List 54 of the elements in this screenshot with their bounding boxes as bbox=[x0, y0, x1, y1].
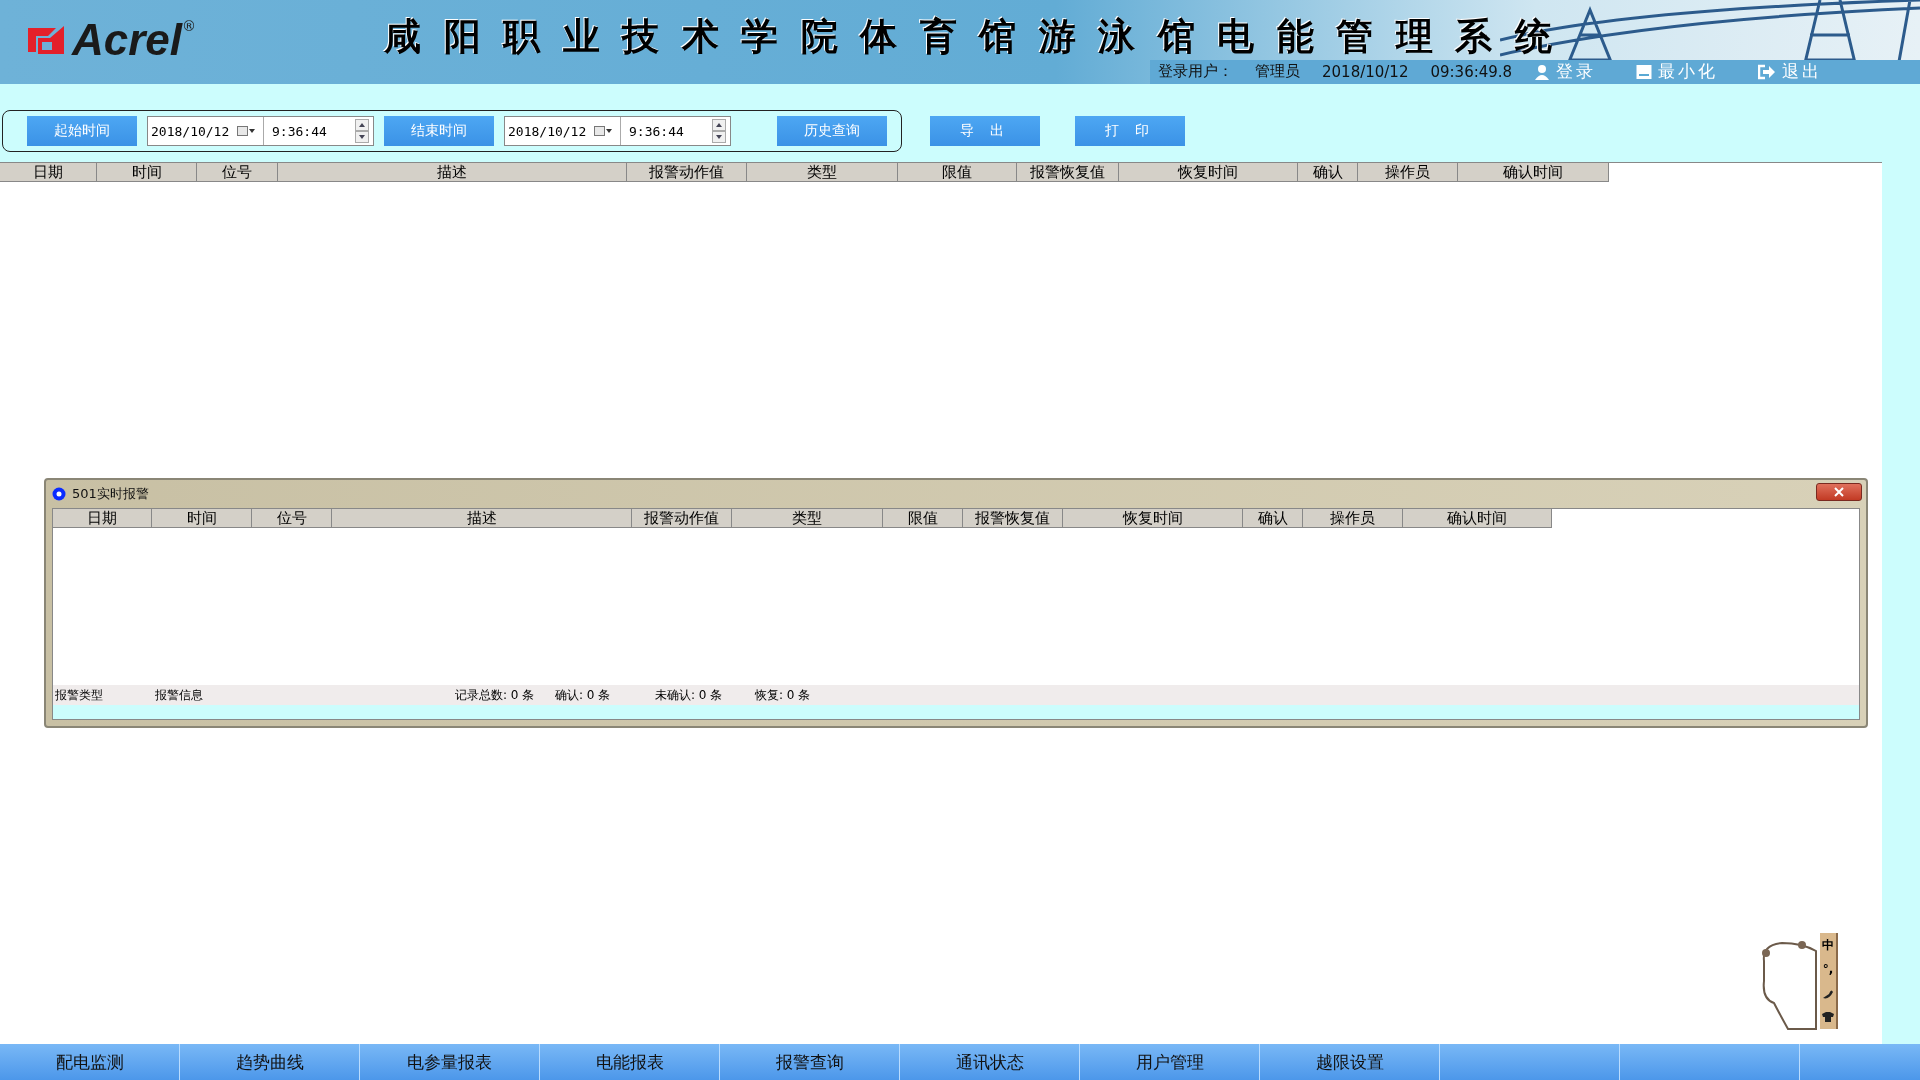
column-header: 确认时间 bbox=[1458, 163, 1609, 182]
shirt-icon[interactable] bbox=[1821, 1011, 1835, 1024]
column-header: 确认时间 bbox=[1403, 509, 1552, 528]
column-header: 确认 bbox=[1243, 509, 1303, 528]
column-header: 限值 bbox=[898, 163, 1017, 182]
input-mode[interactable]: 中 bbox=[1822, 938, 1834, 952]
status-text: 记录总数: 0 条 bbox=[454, 686, 536, 704]
close-button[interactable] bbox=[1816, 483, 1862, 501]
column-header: 时间 bbox=[97, 163, 197, 182]
column-header: 类型 bbox=[732, 509, 883, 528]
column-header: 描述 bbox=[332, 509, 632, 528]
column-header: 操作员 bbox=[1303, 509, 1403, 528]
status-text: 未确认: 0 条 bbox=[654, 686, 724, 704]
spinner-icon[interactable] bbox=[712, 119, 726, 143]
status-text: 报警信息 bbox=[154, 686, 204, 704]
window-title: 501实时报警 bbox=[72, 485, 149, 503]
user-name: 管理员 bbox=[1255, 62, 1300, 81]
punctuation-mode[interactable]: °, bbox=[1822, 963, 1834, 977]
column-header: 恢复时间 bbox=[1119, 163, 1298, 182]
moon-icon[interactable] bbox=[1821, 987, 1835, 1000]
column-header: 报警恢复值 bbox=[963, 509, 1063, 528]
column-header: 报警恢复值 bbox=[1017, 163, 1119, 182]
status-text: 确认: 0 条 bbox=[554, 686, 612, 704]
column-header: 恢复时间 bbox=[1063, 509, 1243, 528]
column-header: 确认 bbox=[1298, 163, 1358, 182]
registered-mark: ® bbox=[182, 18, 197, 34]
exit-icon bbox=[1758, 63, 1777, 80]
column-header: 报警动作值 bbox=[632, 509, 732, 528]
close-icon bbox=[1834, 487, 1844, 497]
date-value: 2018/10/12 bbox=[150, 123, 231, 139]
column-header: 日期 bbox=[53, 509, 152, 528]
current-time: 09:36:49.8 bbox=[1430, 62, 1513, 81]
calendar-dropdown-icon[interactable] bbox=[237, 125, 255, 137]
column-header: 位号 bbox=[197, 163, 278, 182]
brand-name: Acrel bbox=[72, 18, 183, 62]
date-value: 2018/10/12 bbox=[507, 123, 588, 139]
column-header: 描述 bbox=[278, 163, 627, 182]
current-date: 2018/10/12 bbox=[1322, 62, 1409, 81]
status-text: 恢复: 0 条 bbox=[754, 686, 812, 704]
spinner-icon[interactable] bbox=[355, 119, 369, 143]
datetime-field[interactable]: 2018/10/12 9:36:44 bbox=[504, 116, 731, 146]
column-header: 限值 bbox=[883, 509, 963, 528]
column-header: 日期 bbox=[0, 163, 97, 182]
column-header: 操作员 bbox=[1358, 163, 1458, 182]
column-header: 报警动作值 bbox=[627, 163, 747, 182]
column-header: 时间 bbox=[152, 509, 252, 528]
column-header: 位号 bbox=[252, 509, 332, 528]
datetime-field[interactable]: 2018/10/12 9:36:44 bbox=[147, 116, 374, 146]
user-label: 登录用户： bbox=[1158, 62, 1233, 81]
status-text: 报警类型 bbox=[54, 686, 104, 704]
column-header: 类型 bbox=[747, 163, 898, 182]
user-icon bbox=[1534, 63, 1551, 80]
calendar-dropdown-icon[interactable] bbox=[594, 125, 612, 137]
app-icon bbox=[52, 487, 66, 501]
